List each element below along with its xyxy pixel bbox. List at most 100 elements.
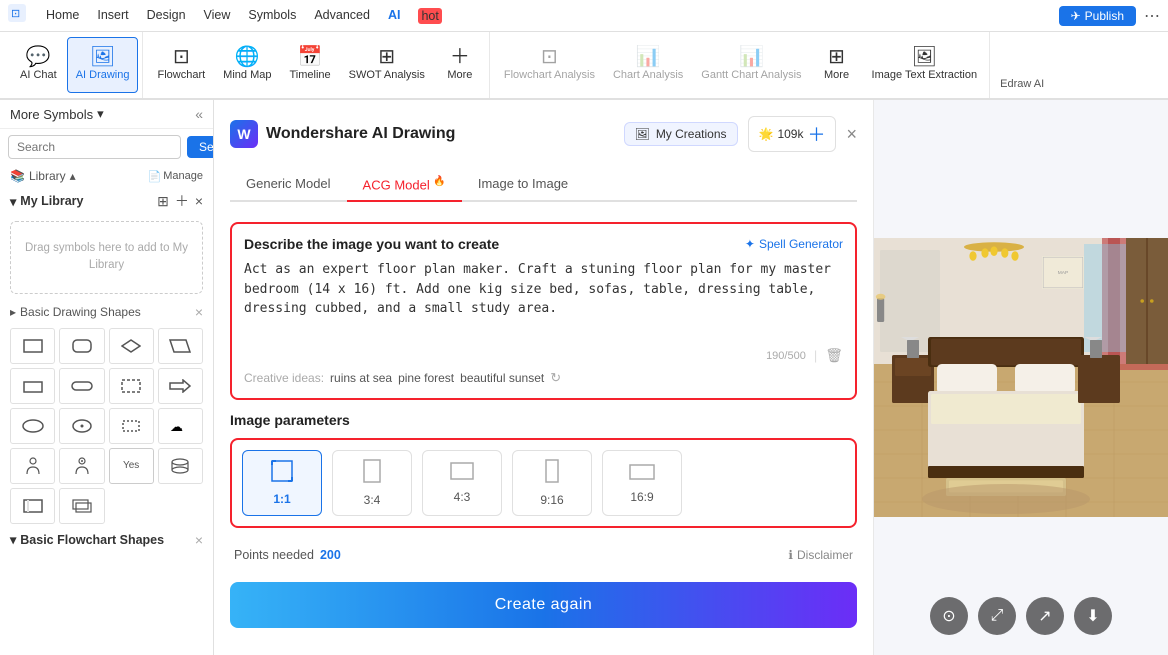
aspect-4-3[interactable]: 4:3 [422, 450, 502, 516]
aspect-1-1-icon [271, 460, 293, 488]
mind-map-label: Mind Map [223, 69, 271, 82]
ribbon-timeline[interactable]: 📅 Timeline [281, 37, 338, 93]
ai-logo: W [230, 120, 258, 148]
shape-parallelogram[interactable] [158, 328, 203, 364]
tab-image-to-image[interactable]: Image to Image [462, 168, 584, 202]
my-library-plus-icon[interactable]: ＋ [175, 191, 189, 211]
save-image-button[interactable]: ⊙ [930, 597, 968, 635]
shape-pill[interactable] [59, 368, 104, 404]
separator: | [814, 348, 817, 363]
create-again-button[interactable]: Create again [230, 582, 857, 628]
my-library-close-icon[interactable]: × [195, 193, 203, 209]
manage-button[interactable]: 📄 Manage [148, 170, 203, 183]
shape-arrow-right[interactable] [158, 368, 203, 404]
aspect-16-9[interactable]: 16:9 [602, 450, 682, 516]
ribbon-more2[interactable]: ⊞ More [812, 37, 862, 93]
shape-circle-dot[interactable] [59, 408, 104, 444]
ribbon-image-text[interactable]: 🖼 Image Text Extraction [864, 37, 986, 93]
ai-chat-icon: 💬 [26, 47, 51, 67]
aspect-1-1[interactable]: 1:1 [242, 450, 322, 516]
ai-panel: W Wondershare AI Drawing 🖼 My Creations … [214, 100, 1168, 655]
bottom-bar: Points needed 200 ℹ Disclaimer [230, 540, 857, 570]
fullscreen-button[interactable]: ⤢ [978, 597, 1016, 635]
shape-person2[interactable] [59, 448, 104, 484]
points-needed-label: Points needed [234, 548, 314, 562]
ribbon-flowchart[interactable]: ⊡ Flowchart [149, 37, 213, 93]
flowchart-close-icon[interactable]: × [195, 532, 203, 548]
timeline-icon: 📅 [298, 47, 323, 67]
shape-rect3[interactable] [10, 488, 55, 524]
my-library-title[interactable]: ▾ My Library [10, 194, 84, 209]
shape-rectangle[interactable] [10, 328, 55, 364]
search-row: Search [0, 129, 213, 165]
add-points-icon[interactable]: ＋ [807, 121, 825, 147]
shape-yes-badge[interactable]: Yes [109, 448, 154, 484]
ribbon-group-ai: 💬 AI Chat 🖼 AI Drawing [8, 32, 143, 98]
nav-ai[interactable]: AI [388, 8, 401, 24]
edraw-label: Edraw AI [992, 74, 1052, 94]
char-count: 190/500 [766, 350, 806, 362]
disclaimer-button[interactable]: ℹ Disclaimer [788, 548, 853, 562]
library-row: 📚 Library ▴ 📄 Manage [0, 165, 213, 187]
shape-dashed-rect2[interactable] [109, 408, 154, 444]
creative-tag-0[interactable]: ruins at sea [330, 371, 392, 385]
shape-rounded-rect[interactable] [59, 328, 104, 364]
mind-map-icon: 🌐 [235, 47, 260, 67]
trash-icon[interactable]: 🗑 [825, 347, 843, 364]
download-button[interactable]: ⬇ [1074, 597, 1112, 635]
chevron-right-icon: ▸ [10, 305, 16, 319]
aspect-3-4[interactable]: 3:4 [332, 450, 412, 516]
shape-dashed-rect[interactable] [109, 368, 154, 404]
search-input[interactable] [8, 135, 181, 159]
shape-cylinder[interactable] [158, 448, 203, 484]
shape-diamond[interactable] [109, 328, 154, 364]
spell-generator-button[interactable]: ✦ Spell Generator [745, 237, 843, 251]
info-icon: ℹ [788, 548, 793, 562]
shape-person[interactable] [10, 448, 55, 484]
publish-button[interactable]: ✈ Publish [1059, 6, 1136, 26]
more-symbols-button[interactable]: More Symbols ▾ [10, 106, 104, 122]
ribbon-ai-drawing[interactable]: 🖼 AI Drawing [67, 37, 139, 93]
collapse-panel-button[interactable]: « [195, 106, 203, 122]
creative-tag-2[interactable]: beautiful sunset [460, 371, 544, 385]
basic-flowchart-section: ▾ Basic Flowchart Shapes × [0, 528, 213, 550]
nav-view[interactable]: View [204, 8, 231, 24]
aspect-16-9-icon [629, 463, 655, 486]
creative-tag-1[interactable]: pine forest [398, 371, 454, 385]
describe-textarea[interactable]: Act as an expert floor plan maker. Craft… [244, 260, 843, 340]
tab-acg-model[interactable]: ACG Model 🔥 [347, 168, 462, 202]
ribbon-ai-chat[interactable]: 💬 AI Chat [12, 37, 65, 93]
ribbon-flowchart-analysis: ⊡ Flowchart Analysis [496, 37, 603, 93]
aspect-9-16[interactable]: 9:16 [512, 450, 592, 516]
basic-drawing-close-icon[interactable]: × [195, 304, 203, 320]
shape-double-rect[interactable] [59, 488, 104, 524]
my-library-add-icon[interactable]: ⊞ [157, 193, 169, 210]
shape-cloud[interactable]: ☁ [158, 408, 203, 444]
nav-design[interactable]: Design [147, 8, 186, 24]
shape-ellipse[interactable] [10, 408, 55, 444]
points-button[interactable]: 🌟 109k ＋ [748, 116, 837, 152]
basic-flowchart-title[interactable]: ▾ Basic Flowchart Shapes [10, 532, 164, 547]
menu-more-dots[interactable]: ⋯ [1144, 6, 1160, 26]
nav-symbols[interactable]: Symbols [248, 8, 296, 24]
library-expand-icon: ▴ [70, 169, 76, 183]
ribbon-more[interactable]: ＋ More [435, 37, 485, 93]
nav-insert[interactable]: Insert [97, 8, 128, 24]
model-tabs: Generic Model ACG Model 🔥 Image to Image [230, 168, 857, 202]
nav-advanced[interactable]: Advanced [314, 8, 370, 24]
image-overlay: ⊙ ⤢ ↗ ⬇ [930, 597, 1112, 635]
close-panel-button[interactable]: × [846, 124, 857, 145]
basic-drawing-title[interactable]: ▸ Basic Drawing Shapes [10, 305, 141, 319]
nav-home[interactable]: Home [46, 8, 79, 24]
ribbon-mind-map[interactable]: 🌐 Mind Map [215, 37, 279, 93]
my-creations-button[interactable]: 🖼 My Creations [624, 122, 738, 146]
shape-rect2[interactable] [10, 368, 55, 404]
tab-generic-model[interactable]: Generic Model [230, 168, 347, 202]
refresh-icon[interactable]: ↻ [550, 370, 561, 386]
ai-hot-badge: hot [418, 8, 441, 24]
my-library-actions: ⊞ ＋ × [157, 191, 203, 211]
share-button[interactable]: ↗ [1026, 597, 1064, 635]
ribbon-swot[interactable]: ⊞ SWOT Analysis [341, 37, 433, 93]
swot-label: SWOT Analysis [349, 69, 425, 82]
search-button[interactable]: Search [187, 136, 214, 158]
